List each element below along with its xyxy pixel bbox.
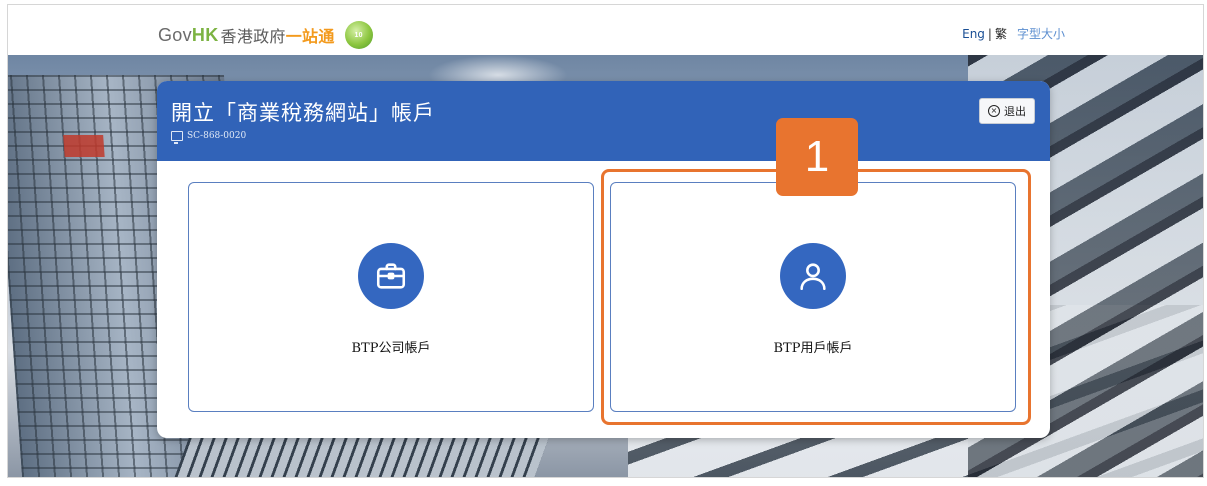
- lang-eng-link[interactable]: Eng: [962, 27, 985, 41]
- logo-onestop-text: 一站通: [285, 27, 335, 46]
- lang-trad-link[interactable]: 繁: [995, 27, 1007, 41]
- site-header: Gov HK 香港政府 一站通 10 Eng | 繁字型大小: [8, 5, 1203, 55]
- screen-code: SC-868-0020: [171, 131, 247, 144]
- logo-zh-text: 香港政府: [220, 27, 286, 46]
- step-highlight-box: [601, 169, 1031, 425]
- font-size-link[interactable]: 字型大小: [1017, 27, 1065, 41]
- screen-code-text: SC-868-0020: [187, 131, 247, 141]
- lang-separator: |: [987, 27, 992, 41]
- briefcase-icon: [358, 243, 424, 309]
- anniversary-badge-icon: 10: [344, 21, 373, 49]
- card-header: 開立「商業稅務網站」帳戶 SC-868-0020 × 退出: [157, 81, 1050, 161]
- company-account-option[interactable]: BTP公司帳戶: [188, 182, 594, 412]
- close-circle-icon: ×: [988, 105, 1000, 117]
- logo-hk-text: HK: [191, 24, 219, 45]
- badge-text: 10: [354, 31, 363, 39]
- building-sign: [63, 135, 105, 157]
- language-bar: Eng | 繁字型大小: [962, 25, 1065, 42]
- govhk-logo[interactable]: Gov HK 香港政府 一站通 10: [158, 21, 373, 49]
- company-account-label: BTP公司帳戶: [351, 341, 431, 356]
- page-title: 開立「商業稅務網站」帳戶: [171, 101, 435, 125]
- logout-button[interactable]: × 退出: [979, 98, 1035, 124]
- logo-gov-text: Gov: [158, 24, 192, 45]
- monitor-icon: [171, 131, 183, 144]
- logout-label: 退出: [1004, 105, 1026, 118]
- step-number-badge: 1: [776, 118, 858, 196]
